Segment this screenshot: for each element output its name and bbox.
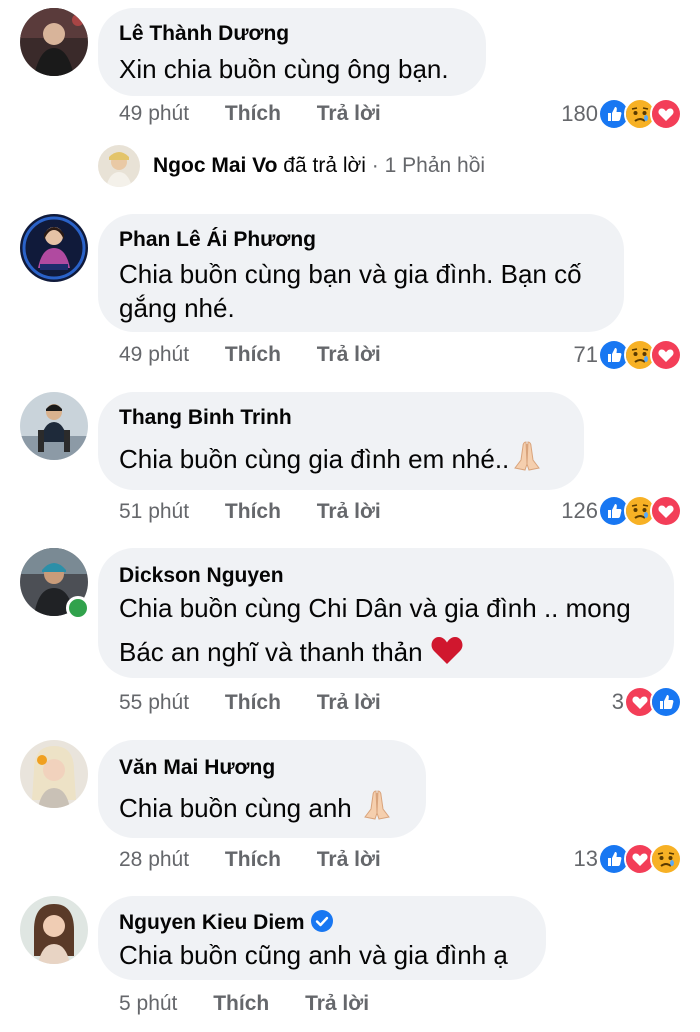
comment: Thang Binh Trinh Chia buồn cùng gia đình…: [0, 392, 700, 532]
reaction-summary[interactable]: 71: [573, 339, 682, 371]
reaction-count: 13: [573, 846, 598, 871]
comment-text: Chia buồn cùng bạn và gia đình. Bạn cố g…: [119, 253, 582, 329]
comment-author[interactable]: Thang Binh Trinh: [119, 406, 292, 430]
comment-bubble: Văn Mai Hương Chia buồn cùng anh: [98, 740, 426, 838]
comment: Văn Mai Hương Chia buồn cùng anh 28 phút…: [0, 740, 700, 880]
comment: Dickson Nguyen Chia buồn cùng Chi Dân và…: [0, 548, 700, 728]
love-reaction-icon: [650, 98, 682, 130]
reaction-count: 3: [611, 689, 624, 714]
folded-hands-icon: [359, 787, 395, 833]
folded-hands-icon: [509, 438, 545, 484]
like-reaction-icon: [650, 686, 682, 718]
comment: Nguyen Kieu Diem Chia buồn cũng anh và g…: [0, 896, 700, 1032]
comment-bubble: Nguyen Kieu Diem Chia buồn cũng anh và g…: [98, 896, 546, 980]
comment-text: Chia buồn cùng gia đình em nhé..: [119, 438, 545, 484]
comment-bubble: Thang Binh Trinh Chia buồn cùng gia đình…: [98, 392, 584, 490]
like-button[interactable]: Thích: [225, 848, 281, 872]
reply-summary-text: Ngoc Mai Vo đã trả lời · 1 Phản hồi: [153, 154, 485, 178]
comment-text: Chia buồn cùng anh: [119, 787, 395, 833]
comment-bubble: Lê Thành Dương Xin chia buồn cùng ông bạ…: [98, 8, 486, 96]
comment-time[interactable]: 49 phút: [119, 343, 189, 367]
comment-text-line: Chia buồn cùng Chi Dân và gia đình .. mo…: [119, 593, 631, 623]
avatar[interactable]: [20, 896, 88, 964]
comment-author[interactable]: Nguyen Kieu Diem: [119, 910, 333, 935]
avatar[interactable]: [20, 8, 88, 76]
avatar[interactable]: [20, 392, 88, 460]
verified-badge-icon: [310, 910, 333, 932]
like-button[interactable]: Thích: [225, 691, 281, 715]
avatar[interactable]: [20, 740, 88, 808]
comment-text: Chia buồn cũng anh và gia đình ạ: [119, 940, 508, 970]
reply-separator: ·: [371, 154, 379, 177]
comment-author[interactable]: Văn Mai Hương: [119, 756, 275, 780]
reaction-summary[interactable]: 3: [611, 686, 682, 718]
like-button[interactable]: Thích: [225, 500, 281, 524]
comment-author-name[interactable]: Nguyen Kieu Diem: [119, 911, 305, 934]
reply-count: 1 Phản hồi: [384, 154, 486, 177]
comment-time[interactable]: 55 phút: [119, 691, 189, 715]
reply-action: đã trả lời: [283, 154, 366, 177]
comment-bubble: Dickson Nguyen Chia buồn cùng Chi Dân và…: [98, 548, 674, 678]
comment-author[interactable]: Lê Thành Dương: [119, 22, 289, 46]
avatar[interactable]: [98, 145, 140, 187]
comment-time[interactable]: 28 phút: [119, 848, 189, 872]
reply-button[interactable]: Trả lời: [317, 691, 381, 715]
reply-button[interactable]: Trả lời: [317, 500, 381, 524]
comment-text-content: Chia buồn cùng anh: [119, 793, 352, 823]
like-button[interactable]: Thích: [213, 992, 269, 1016]
reply-button[interactable]: Trả lời: [317, 343, 381, 367]
sad-reaction-icon: [650, 843, 682, 875]
reaction-summary[interactable]: 180: [561, 98, 682, 130]
avatar[interactable]: [20, 214, 88, 282]
reaction-summary[interactable]: 126: [561, 495, 682, 527]
comment-text-content: Chia buồn cùng gia đình em nhé..: [119, 444, 510, 474]
comment-text: Chia buồn cùng Chi Dân và gia đình .. mo…: [119, 587, 631, 677]
reaction-summary[interactable]: 13: [573, 843, 682, 875]
comment-actions: 28 phút Thích Trả lời: [119, 848, 381, 872]
love-reaction-icon: [650, 495, 682, 527]
reply-button[interactable]: Trả lời: [305, 992, 369, 1016]
reply-author[interactable]: Ngoc Mai Vo: [153, 154, 277, 177]
like-button[interactable]: Thích: [225, 102, 281, 126]
reply-button[interactable]: Trả lời: [317, 848, 381, 872]
comment-author[interactable]: Dickson Nguyen: [119, 564, 284, 588]
comment-actions: 49 phút Thích Trả lời: [119, 343, 381, 367]
reaction-count: 71: [573, 342, 598, 367]
comment-actions: 55 phút Thích Trả lời: [119, 691, 381, 715]
love-reaction-icon: [650, 339, 682, 371]
comment-actions: 51 phút Thích Trả lời: [119, 500, 381, 524]
comment-author[interactable]: Phan Lê Ái Phương: [119, 228, 316, 252]
comment-time[interactable]: 51 phút: [119, 500, 189, 524]
comment-text-content: Bác an nghĩ và thanh thản: [119, 637, 423, 667]
comment-time[interactable]: 5 phút: [119, 992, 177, 1016]
comment-actions: 49 phút Thích Trả lời: [119, 102, 381, 126]
red-heart-icon: [430, 635, 464, 677]
comment-time[interactable]: 49 phút: [119, 102, 189, 126]
like-button[interactable]: Thích: [225, 343, 281, 367]
comment-text: Xin chia buồn cùng ông bạn.: [119, 54, 449, 84]
comment: Phan Lê Ái Phương Chia buồn cùng bạn và …: [0, 214, 700, 374]
reply-button[interactable]: Trả lời: [317, 102, 381, 126]
comment-bubble: Phan Lê Ái Phương Chia buồn cùng bạn và …: [98, 214, 624, 332]
reaction-count: 180: [561, 101, 598, 126]
comment-actions: 5 phút Thích Trả lời: [119, 992, 369, 1016]
reaction-count: 126: [561, 498, 598, 523]
online-status-indicator: [66, 596, 90, 620]
comment: Lê Thành Dương Xin chia buồn cùng ông bạ…: [0, 0, 700, 140]
comment-text-line: Bác an nghĩ và thanh thản: [119, 631, 631, 677]
